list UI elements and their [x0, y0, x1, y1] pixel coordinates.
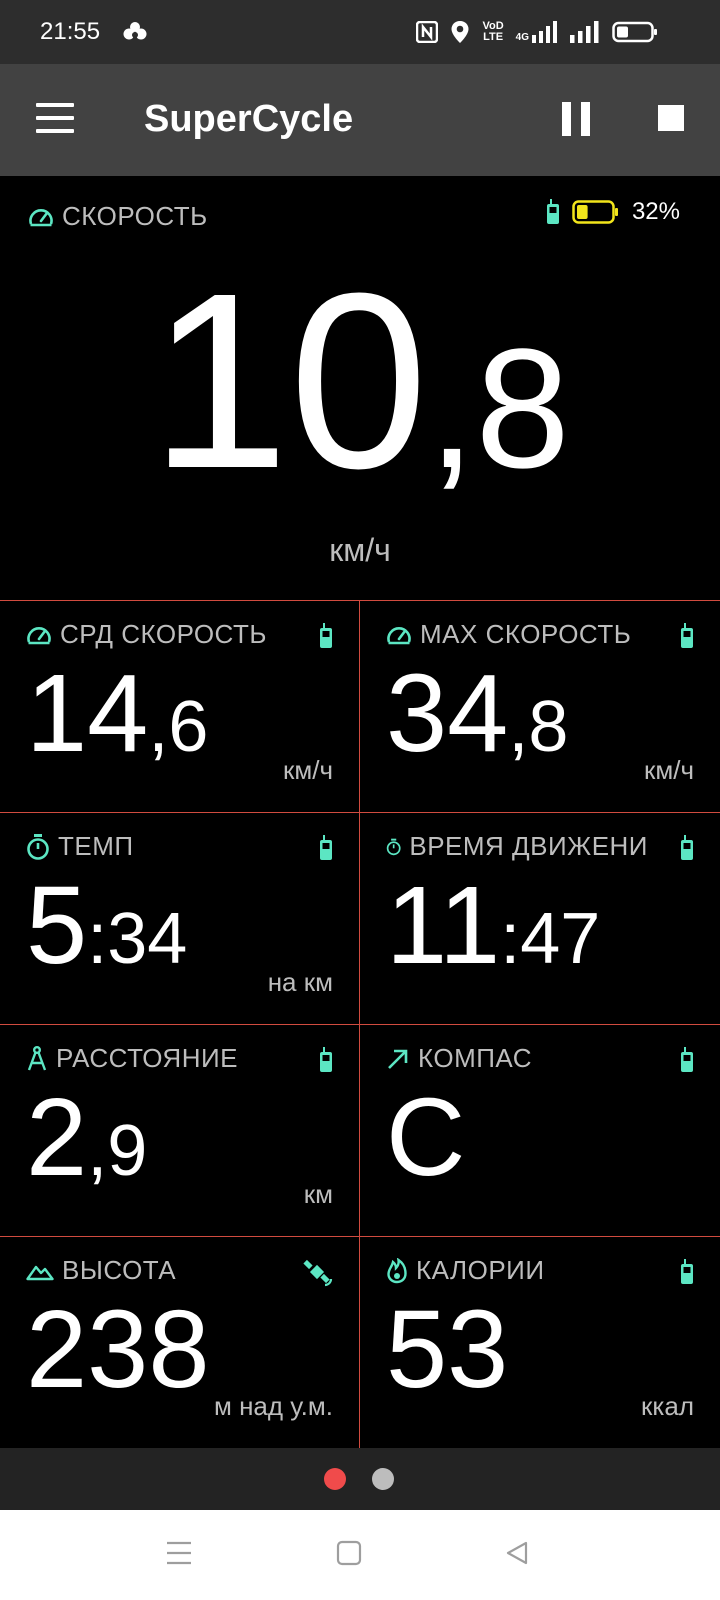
tile-distance[interactable]: РАССТОЯНИЕ 2,9 км	[0, 1024, 360, 1236]
phone-icon	[681, 835, 693, 860]
phone-icon	[681, 1259, 693, 1284]
tile-calories[interactable]: КАЛОРИИ 53 ккал	[360, 1236, 720, 1448]
page-indicator	[0, 1448, 720, 1510]
tile-label: КОМПАС	[418, 1043, 532, 1073]
speedometer-icon	[29, 208, 53, 226]
sensor-battery-icon	[572, 200, 618, 224]
tile-max-speed[interactable]: МАХ СКОРОСТЬ 34,8 км/ч	[360, 600, 720, 812]
satellite-icon	[303, 1259, 333, 1287]
volte-icon: VoD LTE	[482, 20, 504, 43]
status-bar: 21:55 VoD LTE 4G	[0, 0, 720, 64]
speedometer-icon	[27, 626, 51, 644]
tile-pace[interactable]: ТЕМП 5:34 на км	[0, 812, 360, 1024]
tile-label: МАХ СКОРОСТЬ	[420, 619, 632, 649]
app-notification-icon	[123, 22, 147, 40]
tile-unit: км/ч	[643, 755, 694, 785]
back-icon[interactable]	[504, 1540, 530, 1566]
tile-moving-time[interactable]: ВРЕМЯ ДВИЖЕНИ 11:47	[360, 812, 720, 1024]
phone-icon	[681, 623, 693, 648]
phone-icon	[681, 1047, 693, 1072]
tile-label: ВРЕМЯ ДВИЖЕНИ	[409, 831, 648, 861]
signal-icon	[570, 21, 599, 43]
nfc-icon	[416, 21, 439, 43]
tile-value: 5:34	[26, 864, 188, 987]
system-nav-bar	[0, 1510, 720, 1600]
signal-4g-icon: 4G	[516, 21, 558, 43]
stopwatch-icon	[27, 833, 49, 860]
tile-value: С	[386, 1076, 466, 1199]
app-bar: SuperCycle	[0, 64, 720, 176]
location-icon	[451, 21, 469, 43]
tile-label: РАССТОЯНИЕ	[56, 1043, 239, 1073]
recent-apps-icon[interactable]	[166, 1540, 192, 1566]
menu-button[interactable]	[36, 103, 74, 133]
speed-panel[interactable]: СКОРОСТЬ 32% 10,8 км/ч	[0, 176, 720, 600]
tile-avg-speed[interactable]: СРД СКОРОСТЬ 14,6 км/ч	[0, 600, 360, 812]
tile-value: 2,9	[26, 1076, 148, 1199]
tile-value: 34,8	[386, 652, 569, 775]
tile-compass[interactable]: КОМПАС С	[360, 1024, 720, 1236]
sensor-battery-percent: 32%	[631, 198, 680, 225]
tile-label: КАЛОРИИ	[416, 1255, 545, 1285]
app-title: SuperCycle	[144, 98, 354, 140]
speed-value-integer: 10	[150, 241, 429, 520]
tile-value: 53	[386, 1288, 509, 1411]
status-time: 21:55	[40, 18, 101, 45]
page-dot-1[interactable]	[324, 1468, 346, 1490]
home-icon[interactable]	[336, 1540, 362, 1566]
tile-altitude[interactable]: ВЫСОТА 238 м над у.м.	[0, 1236, 360, 1448]
tile-label: СРД СКОРОСТЬ	[60, 619, 267, 649]
phone-icon	[320, 623, 332, 648]
page-dot-2[interactable]	[372, 1468, 394, 1490]
tile-unit: км	[303, 1179, 333, 1209]
phone-icon	[320, 835, 332, 860]
compass-divider-icon	[27, 1045, 47, 1070]
tile-value: 11:47	[386, 864, 601, 987]
flame-icon	[387, 1257, 407, 1283]
arrow-northeast-icon	[388, 1049, 408, 1069]
speed-value: 10,8	[0, 256, 720, 506]
mountain-icon	[26, 1265, 54, 1280]
speed-label: СКОРОСТЬ	[28, 201, 208, 232]
metrics-grid: СРД СКОРОСТЬ 14,6 км/ч МАХ СКОРОСТЬ 34,8…	[0, 600, 720, 1448]
battery-icon	[612, 21, 657, 43]
stopwatch-icon	[386, 838, 401, 855]
tile-label: ВЫСОТА	[62, 1255, 177, 1285]
speed-value-decimal: 8	[475, 314, 570, 504]
phone-icon	[320, 1047, 332, 1072]
phone-icon	[546, 199, 559, 224]
tile-unit: ккал	[641, 1391, 694, 1421]
tile-label: ТЕМП	[58, 831, 134, 861]
speedometer-icon	[387, 626, 411, 644]
tile-value: 238	[26, 1288, 210, 1411]
tile-unit: км/ч	[282, 755, 333, 785]
stop-button[interactable]	[658, 105, 684, 131]
tile-unit: на км	[267, 967, 333, 997]
tile-unit: м над у.м.	[213, 1391, 333, 1421]
speed-unit: км/ч	[329, 532, 391, 568]
speed-value-separator: ,	[428, 314, 476, 504]
tile-value: 14,6	[26, 652, 209, 775]
pause-button[interactable]	[562, 102, 590, 136]
